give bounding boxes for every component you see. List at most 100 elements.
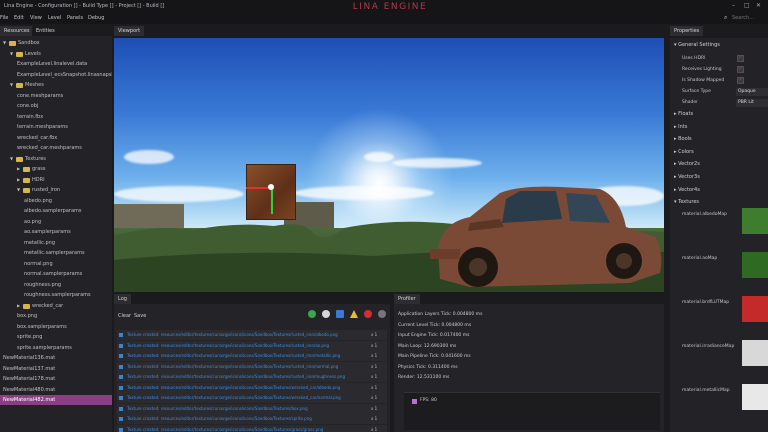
tree-file[interactable]: NewMaterial137.mat bbox=[0, 364, 112, 374]
tree-folder[interactable]: ▼ rusted_iron bbox=[0, 185, 112, 195]
property-section-ints[interactable]: ▸ Ints bbox=[674, 124, 687, 130]
log-entry[interactable]: Texture created: resources/editor/textur… bbox=[117, 403, 387, 414]
property-section-textures[interactable]: ▾ Textures bbox=[674, 199, 699, 205]
tree-file[interactable]: ExampleLevel.linalevel.data bbox=[0, 59, 112, 69]
menu-level[interactable]: Level bbox=[48, 15, 61, 21]
log-entry[interactable]: Texture created: resources/editor/textur… bbox=[117, 382, 387, 393]
menu-view[interactable]: View bbox=[30, 15, 42, 21]
close-button[interactable]: ✕ bbox=[756, 2, 761, 9]
log-entry[interactable]: Texture created: resources/editor/textur… bbox=[117, 393, 387, 403]
log-entry[interactable]: Texture created: resources/editor/textur… bbox=[117, 340, 387, 351]
tree-file[interactable]: NewMaterial136.mat bbox=[0, 353, 112, 363]
minimize-button[interactable]: – bbox=[732, 2, 735, 9]
tree-folder[interactable]: ▶ grass bbox=[0, 164, 112, 174]
tree-file[interactable]: roughness.samplerparams bbox=[0, 290, 112, 300]
log-entry[interactable]: Texture created: resources/editor/textur… bbox=[117, 414, 387, 424]
property-checkbox[interactable] bbox=[737, 54, 744, 62]
tab-viewport[interactable]: Viewport bbox=[114, 26, 145, 36]
tab-entities[interactable]: Entities bbox=[32, 26, 59, 36]
chevron-right-icon[interactable]: ▶ bbox=[17, 303, 20, 308]
tree-file[interactable]: ao.png bbox=[0, 217, 112, 227]
tree-folder[interactable]: ▼ Levels bbox=[0, 49, 112, 59]
general-settings-header[interactable]: ▾ General Settings bbox=[674, 42, 720, 48]
property-section-bools[interactable]: ▸ Bools bbox=[674, 136, 692, 142]
log-entry[interactable]: Texture created: resources/editor/textur… bbox=[117, 351, 387, 361]
log-entry[interactable]: Texture created: resources/editor/textur… bbox=[117, 372, 387, 382]
filter-error-icon[interactable] bbox=[364, 310, 372, 318]
tree-file[interactable]: roughness.png bbox=[0, 280, 112, 290]
tree-file[interactable]: ao.samplerparams bbox=[0, 227, 112, 237]
tree-file[interactable]: wrecked_car.meshparams bbox=[0, 143, 112, 153]
property-section-vector2s[interactable]: ▸ Vector2s bbox=[674, 161, 700, 167]
menu-panels[interactable]: Panels bbox=[67, 15, 83, 21]
menu-debug[interactable]: Debug bbox=[88, 15, 104, 21]
chevron-down-icon[interactable]: ▼ bbox=[10, 51, 13, 56]
tree-folder[interactable]: ▼ Sandbox bbox=[0, 38, 112, 48]
tree-file[interactable]: albedo.png bbox=[0, 196, 112, 206]
tree-folder[interactable]: ▼ Meshes bbox=[0, 80, 112, 90]
log-entry[interactable]: Texture created: resources/editor/textur… bbox=[117, 330, 387, 340]
tree-file[interactable]: box.samplerparams bbox=[0, 322, 112, 332]
tree-file[interactable]: terrain.meshparams bbox=[0, 122, 112, 132]
log-entry[interactable]: Texture created: resources/editor/textur… bbox=[117, 361, 387, 372]
texture-thumbnail[interactable] bbox=[742, 208, 768, 234]
property-section-vector4s[interactable]: ▸ Vector4s bbox=[674, 187, 700, 193]
tree-file[interactable]: ExampleLevel_ecsSnapshot.linasnapshot bbox=[0, 70, 112, 80]
chevron-down-icon[interactable]: ▼ bbox=[3, 40, 6, 45]
maximize-button[interactable]: □ bbox=[744, 2, 750, 9]
property-section-floats[interactable]: ▸ Floats bbox=[674, 111, 693, 117]
texture-thumbnail[interactable] bbox=[742, 252, 768, 278]
tree-folder[interactable]: ▼ Textures bbox=[0, 154, 112, 164]
search-box[interactable]: ⌕ bbox=[724, 14, 764, 22]
property-section-colors[interactable]: ▸ Colors bbox=[674, 149, 694, 155]
scene-viewport[interactable] bbox=[114, 38, 664, 292]
tree-file[interactable]: NewMaterial178.mat bbox=[0, 374, 112, 384]
filter-debug-icon[interactable] bbox=[308, 310, 316, 318]
tree-file[interactable]: box.png bbox=[0, 311, 112, 321]
tree-folder[interactable]: ▶ HDRI bbox=[0, 175, 112, 185]
tree-file[interactable]: NewMaterial482.mat bbox=[0, 395, 112, 405]
filter-critical-icon[interactable] bbox=[378, 310, 386, 318]
tree-file[interactable]: metallic.samplerparams bbox=[0, 248, 112, 258]
gizmo-y-axis[interactable] bbox=[271, 188, 273, 214]
wrecked-car-object[interactable] bbox=[430, 183, 664, 292]
tab-profiler[interactable]: Profiler bbox=[394, 294, 420, 304]
filter-info-icon[interactable] bbox=[322, 310, 330, 318]
texture-thumbnail[interactable] bbox=[742, 340, 768, 366]
tree-file[interactable]: normal.samplerparams bbox=[0, 269, 112, 279]
property-section-vector3s[interactable]: ▸ Vector3s bbox=[674, 174, 700, 180]
tab-resources[interactable]: Resources bbox=[0, 26, 32, 36]
property-dropdown[interactable]: Opaque bbox=[736, 88, 768, 96]
save-log-button[interactable]: Save bbox=[134, 313, 146, 319]
menu-edit[interactable]: Edit bbox=[14, 15, 24, 21]
tree-file[interactable]: NewMaterial480.mat bbox=[0, 385, 112, 395]
tree-file[interactable]: metallic.png bbox=[0, 238, 112, 248]
tree-file[interactable]: sprite.png bbox=[0, 332, 112, 342]
tree-file[interactable]: albedo.samplerparams bbox=[0, 206, 112, 216]
tree-file[interactable]: cone.obj bbox=[0, 101, 112, 111]
search-input[interactable] bbox=[732, 14, 764, 22]
filter-warning-icon[interactable] bbox=[350, 310, 358, 318]
filter-trace-icon[interactable] bbox=[336, 310, 344, 318]
menu-file[interactable]: File bbox=[0, 15, 8, 21]
tab-properties[interactable]: Properties bbox=[670, 26, 704, 36]
tree-folder[interactable]: ▶ wrecked_car bbox=[0, 301, 112, 311]
log-entry[interactable]: Texture created: resources/editor/textur… bbox=[117, 424, 387, 432]
property-checkbox[interactable] bbox=[737, 76, 744, 84]
texture-thumbnail[interactable] bbox=[742, 296, 768, 322]
chevron-down-icon[interactable]: ▼ bbox=[10, 156, 13, 161]
clear-log-button[interactable]: Clear bbox=[118, 313, 131, 319]
tree-file[interactable]: cone.meshparams bbox=[0, 91, 112, 101]
tree-file[interactable]: terrain.fbx bbox=[0, 112, 112, 122]
chevron-down-icon[interactable]: ▼ bbox=[10, 82, 13, 87]
tree-file[interactable]: normal.png bbox=[0, 259, 112, 269]
property-dropdown[interactable]: PBR Lit bbox=[736, 99, 768, 107]
chevron-right-icon[interactable]: ▶ bbox=[17, 166, 20, 171]
tree-file[interactable]: wrecked_car.fbx bbox=[0, 133, 112, 143]
tree-file[interactable]: sprite.samplerparams bbox=[0, 343, 112, 353]
property-checkbox[interactable] bbox=[737, 65, 744, 73]
tab-log[interactable]: Log bbox=[114, 294, 131, 304]
chevron-down-icon[interactable]: ▼ bbox=[17, 187, 20, 192]
chevron-right-icon[interactable]: ▶ bbox=[17, 177, 20, 182]
gizmo-center[interactable] bbox=[268, 184, 274, 190]
